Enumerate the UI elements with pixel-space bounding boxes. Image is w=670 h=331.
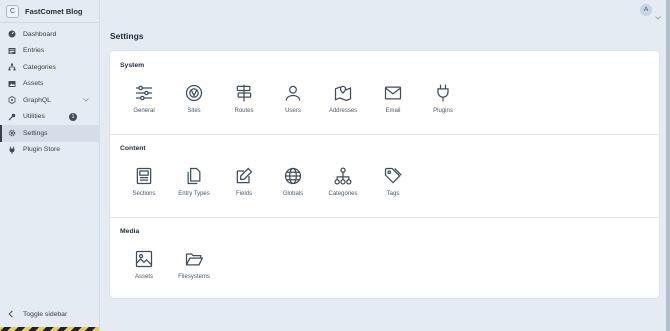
tile-label: Users [285, 108, 301, 114]
section-title-media: Media [120, 228, 140, 235]
sitemap-icon [334, 167, 352, 185]
tile-label: Sections [132, 191, 156, 197]
categories-icon [8, 63, 16, 71]
tile-label: Sites [187, 108, 201, 114]
tile-label: Categories [328, 191, 358, 197]
tile-label: Fields [235, 191, 252, 197]
settings-tile-email[interactable]: Email [368, 83, 418, 123]
section-title-content: Content [120, 145, 146, 152]
section-title-system: System [120, 62, 145, 69]
utilities-icon [8, 113, 16, 121]
plug-icon [8, 146, 16, 154]
sidebar-item-label: Entries [23, 47, 45, 55]
settings-tile-globals[interactable]: Globals [268, 166, 318, 206]
settings-tile-plugins[interactable]: Plugins [418, 83, 468, 123]
chevron-down-icon[interactable] [83, 97, 89, 104]
sidebar-item-assets[interactable]: Assets [0, 76, 99, 93]
globe-icon [284, 167, 302, 185]
settings-tile-entry-types[interactable]: Entry Types [169, 166, 219, 206]
sidebar-item-graphql[interactable]: GraphQL [0, 92, 99, 109]
site-name: FastComet Blog [25, 6, 83, 16]
sidebar-item-label: Plugin Store [23, 146, 61, 154]
users-icon [285, 85, 301, 101]
site-badge: C [6, 4, 19, 18]
tile-label: Globals [282, 191, 304, 197]
image-icon [135, 250, 153, 268]
edit-icon [236, 167, 253, 184]
settings-tile-routes[interactable]: Routes [219, 83, 269, 123]
tile-label: Filesystems [178, 274, 210, 280]
chevron-down-icon[interactable] [655, 7, 661, 25]
settings-tile-categories[interactable]: Categories [318, 166, 368, 206]
section-divider [110, 134, 659, 135]
tile-label: Tags [386, 191, 400, 197]
tile-label: General [133, 108, 155, 114]
tile-label: Email [385, 108, 401, 114]
page-title: Settings [110, 31, 144, 41]
envelope-icon [384, 86, 402, 100]
sidebar-item-label: Categories [23, 63, 56, 71]
settings-tile-tags[interactable]: Tags [368, 166, 418, 206]
tile-label: Entry Types [178, 191, 210, 197]
settings-panel: System General Sites Routes Users Addres… [110, 51, 659, 298]
assets-icon [8, 80, 16, 88]
tile-label: Assets [134, 274, 153, 280]
toggle-sidebar-label: Toggle sidebar [23, 310, 68, 318]
avatar[interactable]: A [640, 4, 652, 16]
sidebar-item-label: Dashboard [23, 30, 57, 38]
dashboard-icon [8, 30, 16, 38]
folder-open-icon [185, 253, 204, 266]
chevron-left-icon [8, 310, 16, 318]
scrollbar-thumb[interactable] [666, 0, 670, 331]
plug-icon [437, 84, 449, 102]
signpost-icon [236, 84, 252, 102]
settings-tile-sections[interactable]: Sections [119, 166, 169, 206]
settings-tile-assets[interactable]: Assets [119, 249, 169, 289]
documents-icon [187, 167, 201, 185]
tile-label: Addresses [328, 108, 358, 114]
sidebar-item-dashboard[interactable]: Dashboard [0, 26, 99, 43]
sliders-icon [135, 85, 153, 101]
toggle-sidebar-button[interactable]: Toggle sidebar [0, 307, 99, 321]
sidebar-item-entries[interactable]: Entries [0, 43, 99, 60]
sidebar-divider [0, 22, 99, 23]
tags-icon [384, 167, 402, 184]
sidebar-item-label: GraphQL [23, 96, 51, 104]
site-switcher[interactable]: C FastComet Blog [0, 0, 99, 22]
settings-tile-sites[interactable]: Sites [169, 83, 219, 123]
notification-badge: 1 [69, 112, 77, 121]
sidebar-item-label: Settings [23, 129, 48, 137]
sidebar-item-plugin-store[interactable]: Plugin Store [0, 142, 99, 159]
sidebar-item-label: Assets [23, 80, 44, 88]
settings-tile-general[interactable]: General [119, 83, 169, 123]
settings-tile-users[interactable]: Users [268, 83, 318, 123]
entries-icon [8, 47, 16, 55]
settings-tile-fields[interactable]: Fields [219, 166, 269, 206]
sidebar: C FastComet Blog Dashboard Entries Categ… [0, 0, 100, 331]
map-pin-icon [334, 85, 352, 102]
settings-tile-addresses[interactable]: Addresses [318, 83, 368, 123]
sidebar-nav: Dashboard Entries Categories Assets Grap… [0, 26, 99, 158]
section-divider [110, 217, 659, 218]
sidebar-item-settings[interactable]: Settings [0, 125, 99, 142]
hazard-stripe [0, 327, 99, 331]
gear-icon [8, 129, 16, 137]
newspaper-icon [136, 167, 152, 185]
sidebar-item-label: Utilities [23, 113, 45, 121]
globe-pin-icon [185, 84, 203, 102]
sidebar-item-utilities[interactable]: Utilities 1 [0, 109, 99, 126]
tile-label: Plugins [433, 108, 453, 114]
sidebar-item-categories[interactable]: Categories [0, 59, 99, 76]
tile-label: Routes [234, 108, 254, 114]
graphql-icon [8, 96, 16, 105]
settings-tile-filesystems[interactable]: Filesystems [169, 249, 219, 289]
